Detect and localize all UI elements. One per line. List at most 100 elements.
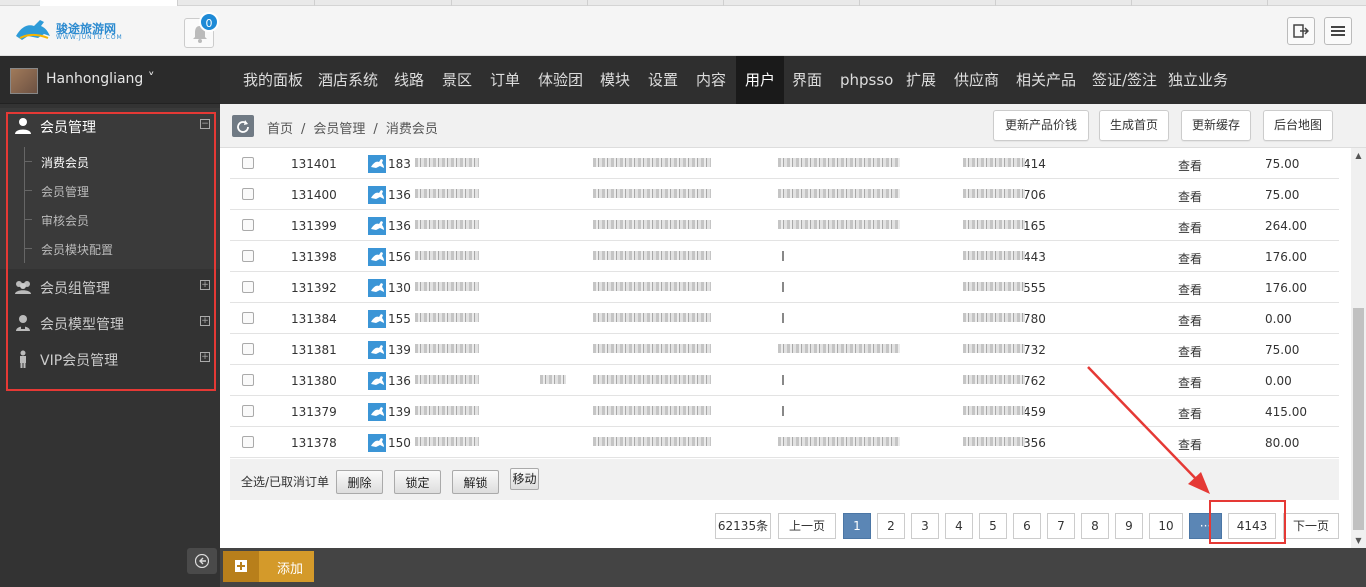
nav-modules[interactable]: 模块 — [600, 56, 630, 104]
row-checkbox[interactable] — [242, 343, 254, 355]
view-link[interactable]: 查看 — [1178, 219, 1202, 236]
redacted-text — [415, 189, 479, 198]
breadcrumb-member-management[interactable]: 会员管理 — [313, 122, 365, 137]
vertical-scrollbar[interactable]: ▲ ▼ — [1351, 148, 1366, 548]
nav-phpsso[interactable]: phpsso — [840, 56, 893, 104]
prev-page-button[interactable]: 上一页 — [778, 513, 836, 539]
member-avatar — [368, 279, 386, 297]
page-button-current[interactable]: 1 — [843, 513, 871, 539]
admin-map-button[interactable]: 后台地图 — [1263, 110, 1333, 141]
nav-extensions[interactable]: 扩展 — [906, 56, 936, 104]
view-link[interactable]: 查看 — [1178, 312, 1202, 329]
horse-avatar-icon — [371, 283, 384, 292]
view-link[interactable]: 查看 — [1178, 157, 1202, 174]
member-id: 131380 — [291, 374, 337, 388]
amount: 0.00 — [1265, 312, 1292, 326]
site-logo[interactable]: 骏途旅游网 WWW.JUNTU.COM — [14, 16, 124, 48]
nav-settings[interactable]: 设置 — [648, 56, 678, 104]
redacted-mark — [782, 251, 784, 261]
page-button[interactable]: 9 — [1115, 513, 1143, 539]
delete-button[interactable]: 删除 — [336, 470, 383, 494]
nav-standalone[interactable]: 独立业务 — [1168, 56, 1228, 104]
scroll-up-arrow[interactable]: ▲ — [1354, 151, 1363, 160]
nav-interface[interactable]: 界面 — [792, 56, 822, 104]
move-button[interactable]: 移动 — [510, 468, 539, 490]
member-avatar — [368, 372, 386, 390]
update-prices-button[interactable]: 更新产品价钱 — [993, 110, 1089, 141]
row-checkbox[interactable] — [242, 436, 254, 448]
view-link[interactable]: 查看 — [1178, 436, 1202, 453]
scrollbar-thumb[interactable] — [1353, 308, 1364, 530]
page-button[interactable]: 5 — [979, 513, 1007, 539]
row-checkbox[interactable] — [242, 188, 254, 200]
amount: 0.00 — [1265, 374, 1292, 388]
view-link[interactable]: 查看 — [1178, 405, 1202, 422]
horse-logo-icon — [16, 20, 50, 40]
generate-home-button[interactable]: 生成首页 — [1099, 110, 1169, 141]
page-button[interactable]: 6 — [1013, 513, 1041, 539]
table-row: 131380 136 762 查看 0.00 — [230, 365, 1339, 396]
view-link[interactable]: 查看 — [1178, 343, 1202, 360]
page-button[interactable]: 8 — [1081, 513, 1109, 539]
breadcrumb-home[interactable]: 首页 — [267, 122, 293, 137]
nav-routes[interactable]: 线路 — [394, 56, 424, 104]
row-checkbox[interactable] — [242, 374, 254, 386]
page-button[interactable]: 7 — [1047, 513, 1075, 539]
horse-avatar-icon — [371, 314, 384, 323]
logo-subtext: WWW.JUNTU.COM — [56, 34, 123, 41]
scroll-down-arrow[interactable]: ▼ — [1354, 536, 1363, 545]
nav-related-products[interactable]: 相关产品 — [1016, 56, 1076, 104]
nav-hotel[interactable]: 酒店系统 — [318, 56, 378, 104]
view-link[interactable]: 查看 — [1178, 250, 1202, 267]
row-checkbox[interactable] — [242, 157, 254, 169]
redacted-text — [963, 251, 1025, 260]
next-page-button[interactable]: 下一页 — [1283, 513, 1339, 539]
page-button[interactable]: 3 — [911, 513, 939, 539]
page-button[interactable]: 10 — [1149, 513, 1183, 539]
select-all-toggle[interactable]: 全选/已取消订单 — [241, 473, 329, 490]
nav-content[interactable]: 内容 — [696, 56, 726, 104]
table-row: 131400 136 706 查看 75.00 — [230, 179, 1339, 210]
view-link[interactable]: 查看 — [1178, 281, 1202, 298]
nav-suppliers[interactable]: 供应商 — [954, 56, 999, 104]
logout-icon — [1293, 24, 1309, 38]
bottom-bar: 添加 — [220, 548, 1366, 587]
refresh-button[interactable] — [232, 115, 254, 137]
logout-button[interactable] — [1287, 17, 1315, 45]
notification-badge: 0 — [199, 12, 219, 32]
page-button[interactable]: 2 — [877, 513, 905, 539]
row-checkbox[interactable] — [242, 250, 254, 262]
redacted-text — [415, 220, 479, 229]
page-button[interactable]: 4 — [945, 513, 973, 539]
phone-suffix: 706 — [1023, 188, 1046, 202]
amount: 176.00 — [1265, 281, 1307, 295]
nav-scenic[interactable]: 景区 — [442, 56, 472, 104]
menu-button[interactable] — [1324, 17, 1352, 45]
phone-prefix: 136 — [388, 374, 411, 388]
redacted-text — [778, 344, 900, 353]
horse-avatar-icon — [371, 190, 384, 199]
view-link[interactable]: 查看 — [1178, 188, 1202, 205]
view-link[interactable]: 查看 — [1178, 374, 1202, 391]
user-panel[interactable]: Hanhongliang ˅ — [0, 56, 220, 104]
row-checkbox[interactable] — [242, 219, 254, 231]
amount: 75.00 — [1265, 157, 1300, 171]
phone-suffix: 780 — [1023, 312, 1046, 326]
nav-users[interactable]: 用户 — [736, 56, 785, 104]
redacted-text — [593, 220, 711, 229]
add-button[interactable]: 添加 — [223, 551, 314, 582]
nav-orders[interactable]: 订单 — [490, 56, 520, 104]
nav-dashboard[interactable]: 我的面板 — [243, 56, 303, 104]
member-avatar — [368, 248, 386, 266]
collapse-sidebar-button[interactable] — [187, 548, 217, 574]
row-checkbox[interactable] — [242, 405, 254, 417]
lock-button[interactable]: 锁定 — [394, 470, 441, 494]
username[interactable]: Hanhongliang ˅ — [46, 71, 155, 87]
redacted-text — [415, 282, 479, 291]
update-cache-button[interactable]: 更新缓存 — [1181, 110, 1251, 141]
unlock-button[interactable]: 解锁 — [452, 470, 499, 494]
nav-experience[interactable]: 体验团 — [538, 56, 583, 104]
row-checkbox[interactable] — [242, 281, 254, 293]
nav-visa[interactable]: 签证/签注 — [1092, 56, 1157, 104]
row-checkbox[interactable] — [242, 312, 254, 324]
